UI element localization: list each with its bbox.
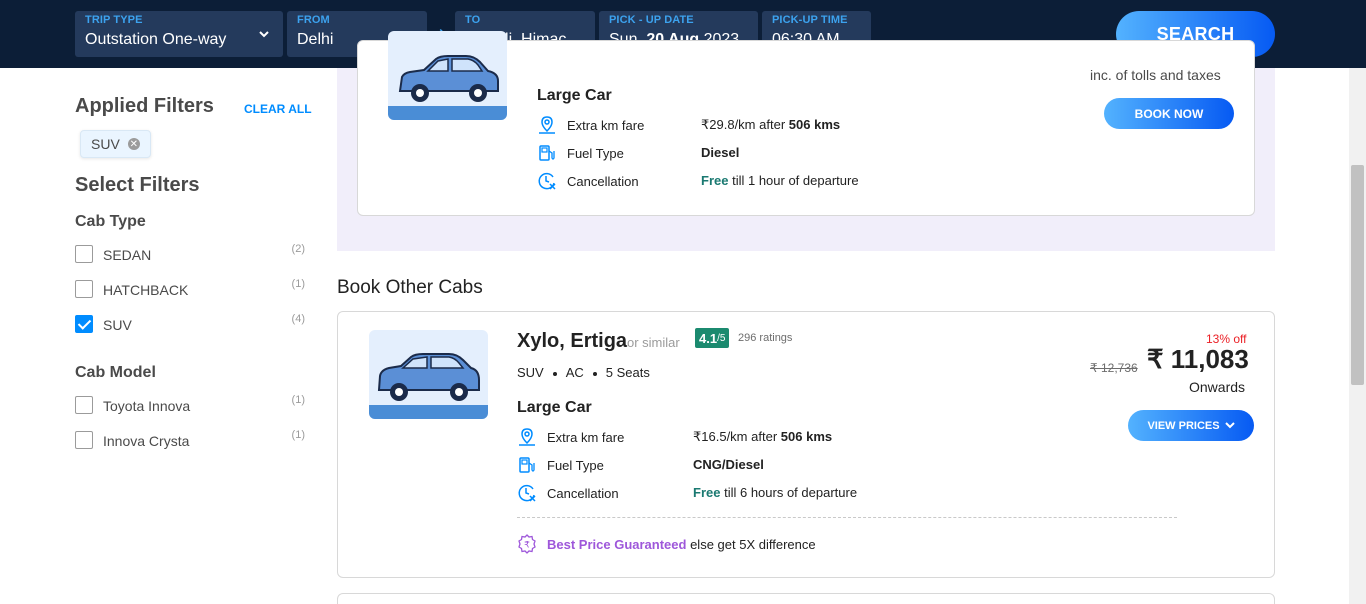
filter-option-label: SUV [103,317,132,333]
applied-filters-title: Applied Filters [75,95,214,117]
cancellation-row: Cancellation Free till 6 hours of depart… [517,483,897,505]
checkbox[interactable] [75,280,93,298]
filter-option-label: Innova Crysta [103,433,190,449]
extra-km-value: ₹29.8/km after 506 kms [701,117,841,132]
filter-option-label: SEDAN [103,247,152,263]
onwards-text: Onwards [1189,379,1246,395]
scrollbar-thumb[interactable] [1351,165,1364,385]
filter-option-sedan[interactable]: SEDAN (2) [75,243,305,267]
cancellation-value: Free till 6 hours of departure [693,485,858,500]
filter-option-count: (1) [291,429,305,441]
select-filters-title: Select Filters [75,174,200,196]
location-pin-icon [539,116,555,134]
cab-specs: SUV AC 5 Seats [517,365,650,380]
filter-chip-suv[interactable]: SUV ✕ [80,130,151,158]
cancellation-row: Cancellation Free till 1 hour of departu… [537,171,897,193]
fuel-pump-icon [539,145,555,161]
car-class: Large Car [537,87,612,104]
checkbox[interactable] [75,245,93,263]
extra-km-label: Extra km fare [567,118,645,133]
trip-type-select[interactable]: TRIP TYPE Outstation One-way [75,11,283,57]
cancellation-value: Free till 1 hour of departure [701,173,859,188]
filter-option-count: (4) [291,313,305,325]
tolls-note: inc. of tolls and taxes [1090,67,1221,83]
cancellation-label: Cancellation [547,486,619,501]
filter-chip-label: SUV [91,136,120,152]
location-pin-icon [519,428,535,446]
extra-km-value: ₹16.5/km after 506 kms [693,429,833,444]
cancellation-label: Cancellation [567,174,639,189]
chevron-down-icon [259,27,269,41]
car-image-base [388,106,507,120]
spec-type: SUV [517,365,544,380]
fuel-type-value: Diesel [701,145,740,160]
cab-model-title: Cab Model [75,364,156,381]
car-image [369,330,488,419]
best-price-highlight[interactable]: Best Price Guaranteed [547,537,686,552]
clock-cancel-icon [518,484,536,502]
pickup-time-label: PICK-UP TIME [772,14,848,26]
rating-value: 4.1 [699,330,718,346]
old-price: ₹ 12,736 [1090,361,1138,375]
divider [517,517,1177,518]
close-icon[interactable]: ✕ [127,138,140,150]
trip-type-value: Outstation One-way [85,31,227,48]
extra-km-fare-row: Extra km fare ₹29.8/km after 506 kms [537,115,897,137]
cab-type-title: Cab Type [75,213,146,230]
fuel-type-row: Fuel Type CNG/Diesel [517,455,897,477]
filter-option-count: (1) [291,394,305,406]
car-image [388,31,507,120]
car-icon [398,55,499,102]
best-price-rest: else get 5X difference [690,537,816,552]
chevron-down-icon [1224,422,1235,429]
checkbox[interactable] [75,396,93,414]
checkbox-checked[interactable] [75,315,93,333]
car-icon [377,353,480,401]
fuel-type-row: Fuel Type Diesel [537,143,897,165]
svg-text:₹: ₹ [524,541,530,551]
book-other-cabs-title: Book Other Cabs [337,277,483,298]
from-label: FROM [297,14,330,26]
next-cab-card [337,593,1275,604]
rating-badge: 4.1/5 [695,328,730,348]
ratings-count: 296 ratings [738,332,793,344]
spec-seats: 5 Seats [605,365,650,380]
view-prices-button[interactable]: VIEW PRICES [1128,410,1254,441]
fuel-type-value: CNG/Diesel [693,457,764,472]
spec-ac: AC [565,365,584,380]
book-now-button[interactable]: BOOK NOW [1104,98,1234,129]
or-similar-text: or similar [627,335,680,350]
pickup-date-label: PICK - UP DATE [609,14,694,26]
price: ₹ 11,083 [1147,344,1249,374]
filter-option-toyota-innova[interactable]: Toyota Innova (1) [75,394,305,418]
rating-max: /5 [717,332,726,344]
filter-option-count: (1) [291,278,305,290]
car-image-base [369,405,488,419]
extra-km-label: Extra km fare [547,430,625,445]
filter-option-label: Toyota Innova [103,398,191,414]
cab-name: Xylo, Ertiga [517,330,628,352]
car-class: Large Car [517,399,592,416]
trip-type-label: TRIP TYPE [85,14,143,26]
filter-option-label: HATCHBACK [103,282,189,298]
fuel-type-label: Fuel Type [567,146,624,161]
filter-option-hatchback[interactable]: HATCHBACK (1) [75,278,305,302]
clear-all-link[interactable]: CLEAR ALL [244,102,312,116]
fuel-type-label: Fuel Type [547,458,604,473]
filter-option-suv[interactable]: SUV (4) [75,313,305,337]
filter-option-innova-crysta[interactable]: Innova Crysta (1) [75,429,305,453]
best-price-guarantee: Best Price Guaranteed else get 5X differ… [547,537,816,552]
checkbox[interactable] [75,431,93,449]
extra-km-fare-row: Extra km fare ₹16.5/km after 506 kms [517,427,897,449]
filter-option-count: (2) [291,243,305,255]
fuel-pump-icon [519,457,535,473]
to-label: TO [465,14,481,26]
clock-cancel-icon [538,172,556,190]
rupee-badge-icon: ₹ [518,534,536,554]
view-prices-label: VIEW PRICES [1147,419,1220,432]
